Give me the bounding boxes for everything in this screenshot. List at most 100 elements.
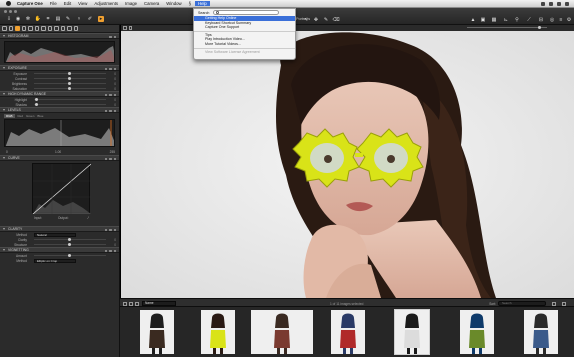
slider-knob[interactable] [68,243,71,246]
filmstrip-thumbnail[interactable] [201,310,235,354]
curve-editor[interactable] [32,163,92,215]
tab-metadata[interactable] [54,26,59,31]
eye-icon[interactable]: ◎ [549,17,555,23]
levels-white-value[interactable]: 255 [110,150,115,154]
slider-knob[interactable] [35,98,38,101]
help-icon[interactable] [104,249,107,252]
help-menu-item[interactable]: More Tutorial Videos... [194,42,295,47]
menu-capture-one[interactable]: Capture One [17,1,43,6]
menu-file[interactable]: File [50,1,57,6]
tab-exposure[interactable] [21,26,26,31]
vignetting-method-select[interactable]: Elliptic on Crop [34,258,76,263]
tab-capture[interactable] [8,26,13,31]
help-icon[interactable] [104,67,107,70]
apple-menu-icon[interactable] [6,1,11,6]
levels-tab[interactable]: Red [18,114,24,118]
panel-menu-icon[interactable] [113,157,116,160]
slider-value[interactable]: 0 [114,87,116,91]
help-search-input[interactable] [213,10,280,15]
multi-view-icon[interactable] [128,26,132,30]
tab-batch[interactable] [67,26,72,31]
settings-icon[interactable]: ≡ [558,17,564,23]
reset-icon[interactable] [109,249,112,252]
zoom-window-button[interactable] [14,10,17,13]
help-icon[interactable] [109,35,112,38]
help-icon[interactable] [104,157,107,160]
menu-camera[interactable]: Camera [144,1,159,6]
variant-icon[interactable]: ⊟ [538,17,544,23]
zoom-slider-knob[interactable] [538,26,541,29]
slider-value[interactable]: 0 [114,103,116,107]
slider-knob[interactable] [68,77,71,80]
panel-menu-icon[interactable] [113,67,116,70]
reset-icon[interactable] [109,67,112,70]
process-icon[interactable]: ⚙ [566,17,572,23]
annotate-icon[interactable]: ✐ [87,16,93,22]
slider-value[interactable]: 0 [114,72,116,76]
filmstrip-thumbnail[interactable] [331,310,365,354]
filmstrip-thumbnail[interactable] [394,309,430,355]
levels-black-value[interactable]: 0 [6,150,8,154]
help-icon[interactable] [104,93,107,96]
exposure-warning-icon[interactable]: ▲ [470,17,476,23]
compare-slider-icon[interactable]: ⟋ [526,17,532,23]
thumbnail-size-icon[interactable] [552,301,556,306]
menu-view[interactable]: View [78,1,87,6]
reset-icon[interactable] [109,109,112,112]
slider-knob[interactable] [68,238,71,241]
album-select[interactable]: Name [142,301,176,306]
filmstrip-thumbnail[interactable] [524,310,558,354]
help-menu-item[interactable]: Capture One Support [194,25,295,30]
pan-icon[interactable]: ✥ [313,17,319,23]
tab-local[interactable] [47,26,52,31]
browser-search-input[interactable]: Search [498,301,546,306]
menu-window[interactable]: Window [166,1,181,6]
volume-icon[interactable] [549,1,553,6]
clarity-method-select[interactable]: Natural [34,232,76,237]
tab-library[interactable] [2,26,7,31]
menu-help[interactable]: Help [194,1,210,6]
levels-panel-header[interactable]: Levels [0,107,119,113]
grid-view-icon[interactable] [123,301,127,306]
wifi-icon[interactable] [541,1,545,6]
tab-composition[interactable] [34,26,39,31]
sort-label[interactable]: Sort: [489,302,496,306]
zoom-slider[interactable] [467,27,547,28]
filmstrip-thumbnail[interactable] [460,310,494,354]
tab-output[interactable] [60,26,65,31]
curve-picker-icon[interactable]: ⁄ [88,216,89,220]
minimize-window-button[interactable] [9,10,12,13]
tab-quick[interactable] [73,26,78,31]
levels-tab[interactable]: RGB [4,113,15,118]
tab-lens[interactable] [28,26,33,31]
slider-knob[interactable] [35,103,38,106]
cursor-tool-icon[interactable]: ▸ [98,16,104,22]
hand-icon[interactable]: ✋ [35,16,41,22]
battery-icon[interactable] [557,1,561,6]
panel-menu-icon[interactable] [113,35,116,38]
tab-details[interactable] [41,26,46,31]
panel-menu-icon[interactable] [113,249,116,252]
panel-menu-icon[interactable] [113,228,116,231]
tab-color[interactable] [15,26,20,31]
filmstrip-thumbnail[interactable] [251,310,313,354]
slider-value[interactable]: 0 [114,82,116,86]
straighten-icon[interactable]: ▤ [55,16,61,22]
slider-value[interactable]: 0 [114,77,116,81]
levels-tab[interactable]: Blue [37,114,43,118]
eyedropper-icon[interactable]: ♆ [76,16,82,22]
levels-tab[interactable]: Green [26,114,34,118]
levels-mid-value[interactable]: 1.00 [55,150,61,154]
vignetting-amount-knob[interactable] [68,254,71,257]
image-viewer[interactable] [120,25,574,298]
filmstrip-thumbnail[interactable] [140,310,174,354]
slider-value[interactable]: 0 [114,98,116,102]
reset-icon[interactable] [109,157,112,160]
single-view-icon[interactable] [123,26,127,30]
help-icon[interactable] [104,109,107,112]
menu-image[interactable]: Image [125,1,137,6]
grid-icon[interactable]: ▦ [491,17,497,23]
proof-icon[interactable]: ⚲ [514,17,520,23]
focus-mask-icon[interactable]: ▣ [480,17,486,23]
script-menu-icon[interactable]: § [189,1,191,6]
